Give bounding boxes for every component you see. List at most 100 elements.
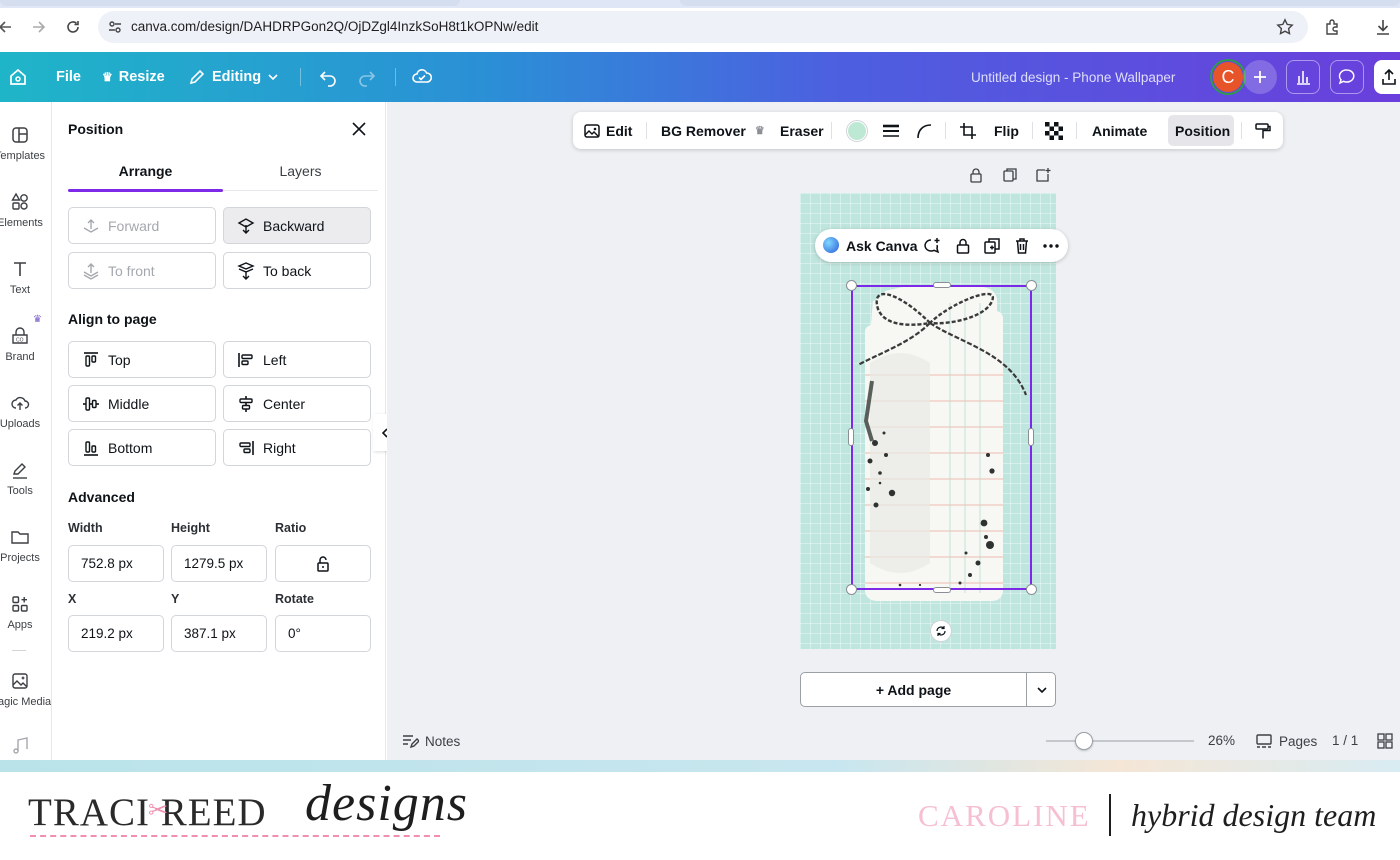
add-comment-icon[interactable]: [923, 237, 941, 255]
avatar[interactable]: C: [1210, 59, 1246, 95]
rotate-handle[interactable]: [930, 620, 952, 642]
forward-button[interactable]: Forward: [68, 207, 216, 244]
insights-button[interactable]: [1286, 60, 1320, 94]
y-input[interactable]: 387.1 px: [171, 615, 267, 652]
design-title[interactable]: Untitled design - Phone Wallpaper: [971, 52, 1175, 102]
zoom-slider-thumb[interactable]: [1075, 732, 1094, 750]
pages-button[interactable]: Pages: [1255, 732, 1317, 750]
resize-handle-bottom[interactable]: [933, 587, 951, 593]
rail-item-uploads[interactable]: Uploads: [0, 393, 51, 430]
crop-button[interactable]: [959, 112, 977, 149]
resize-handle-top-right[interactable]: [1026, 280, 1037, 291]
position-button[interactable]: Position: [1175, 112, 1230, 149]
rail-item-audio[interactable]: [0, 736, 51, 760]
rail-item-templates[interactable]: Templates: [0, 125, 51, 162]
rail-item-tools[interactable]: Tools: [0, 460, 51, 497]
resize-handle-bottom-right[interactable]: [1026, 584, 1037, 595]
rail-item-elements[interactable]: Elements: [0, 192, 51, 229]
rail-item-text[interactable]: Text: [0, 259, 51, 296]
selection-box[interactable]: [851, 285, 1032, 590]
add-page-dropdown[interactable]: [1027, 673, 1056, 706]
add-collaborator-button[interactable]: [1243, 60, 1277, 94]
share-button[interactable]: [1374, 60, 1400, 94]
tab-strip: [0, 0, 1400, 8]
align-bottom-button[interactable]: Bottom: [68, 429, 216, 466]
resize-handle-top-left[interactable]: [846, 280, 857, 291]
backward-button[interactable]: Backward: [223, 207, 371, 244]
animate-button[interactable]: Animate: [1092, 112, 1147, 149]
to-back-button[interactable]: To back: [223, 252, 371, 289]
download-icon[interactable]: [1372, 16, 1394, 38]
width-input[interactable]: 752.8 px: [68, 545, 164, 582]
color-swatch[interactable]: [846, 120, 868, 142]
resize-handle-top[interactable]: [933, 282, 951, 288]
home-icon[interactable]: [8, 52, 28, 102]
chevron-down-icon: [1036, 686, 1047, 693]
copy-style-button[interactable]: [1254, 112, 1272, 149]
resize-handle-right[interactable]: [1028, 428, 1034, 446]
rail-item-apps[interactable]: Apps: [0, 594, 51, 631]
site-settings-icon[interactable]: [107, 19, 123, 35]
x-input[interactable]: 219.2 px: [68, 615, 164, 652]
page-count: 1 / 1: [1332, 733, 1359, 748]
reload-icon[interactable]: [62, 16, 84, 38]
tab-arrange[interactable]: Arrange: [68, 163, 223, 179]
close-icon[interactable]: [351, 121, 367, 137]
rail-label: Templates: [0, 150, 46, 162]
notes-button[interactable]: Notes: [401, 732, 460, 750]
zoom-level[interactable]: 26%: [1208, 733, 1235, 748]
align-middle-icon: [83, 396, 99, 411]
align-left-button[interactable]: Left: [223, 341, 371, 378]
to-back-label: To back: [263, 262, 312, 279]
duplicate-page-icon[interactable]: [1002, 167, 1018, 183]
address-bar[interactable]: canva.com/design/DAHDRPGon2Q/OjDZgl4Inzk…: [98, 11, 1308, 43]
ask-canva-button[interactable]: Ask Canva: [846, 238, 918, 254]
resize-handle-bottom-left[interactable]: [846, 584, 857, 595]
bookmark-star-icon[interactable]: [1276, 18, 1294, 36]
extensions-icon[interactable]: [1322, 16, 1344, 38]
resize-handle-left[interactable]: [848, 428, 854, 446]
align-right-button[interactable]: Right: [223, 429, 371, 466]
zoom-slider-track[interactable]: [1046, 740, 1194, 742]
transparency-icon[interactable]: [1045, 122, 1063, 140]
align-middle-button[interactable]: Middle: [68, 385, 216, 422]
url-text[interactable]: canva.com/design/DAHDRPGon2Q/OjDZgl4Inzk…: [131, 19, 538, 34]
resize-button[interactable]: ♛ Resize: [102, 52, 165, 102]
ratio-lock-button[interactable]: [275, 545, 371, 582]
image-edit-icon: [584, 123, 600, 138]
back-icon[interactable]: [0, 16, 16, 38]
cloud-saved-icon[interactable]: [411, 52, 433, 102]
rail-item-projects[interactable]: Projects: [0, 527, 51, 564]
corner-rounding-button[interactable]: [915, 112, 933, 149]
trash-icon[interactable]: [1013, 237, 1031, 255]
grid-view-icon[interactable]: [1377, 733, 1393, 749]
file-menu[interactable]: File: [56, 52, 81, 102]
border-style-button[interactable]: [881, 112, 901, 149]
align-top-button[interactable]: Top: [68, 341, 216, 378]
align-center-button[interactable]: Center: [223, 385, 371, 422]
duplicate-icon[interactable]: [983, 237, 1001, 255]
more-options-icon[interactable]: [1042, 237, 1060, 255]
flip-button[interactable]: Flip: [994, 112, 1019, 149]
to-front-button[interactable]: To front: [68, 252, 216, 289]
lock-page-icon[interactable]: [968, 167, 984, 183]
rotate-input[interactable]: 0°: [275, 615, 371, 652]
redo-icon[interactable]: [357, 52, 377, 102]
add-page-button[interactable]: + Add page: [801, 673, 1026, 706]
rail-item-magic-media[interactable]: Magic Media: [0, 671, 51, 708]
lock-icon[interactable]: [954, 237, 972, 255]
forward-icon[interactable]: [28, 16, 50, 38]
add-page-icon[interactable]: [1035, 167, 1051, 183]
height-input[interactable]: 1279.5 px: [171, 545, 267, 582]
undo-icon[interactable]: [318, 52, 338, 102]
editing-mode-button[interactable]: Editing: [188, 52, 279, 102]
rail-label: Elements: [0, 217, 43, 229]
bg-remover-button[interactable]: BG Remover ♛: [661, 112, 765, 149]
eraser-button[interactable]: Eraser: [780, 112, 824, 149]
comments-button[interactable]: [1330, 60, 1364, 94]
height-label: Height: [171, 521, 210, 535]
rail-item-brand[interactable]: CO Brand ♛: [0, 314, 51, 363]
tab-layers[interactable]: Layers: [223, 163, 378, 179]
edit-image-button[interactable]: Edit: [583, 112, 632, 149]
taskbar-strip: [0, 760, 1400, 772]
